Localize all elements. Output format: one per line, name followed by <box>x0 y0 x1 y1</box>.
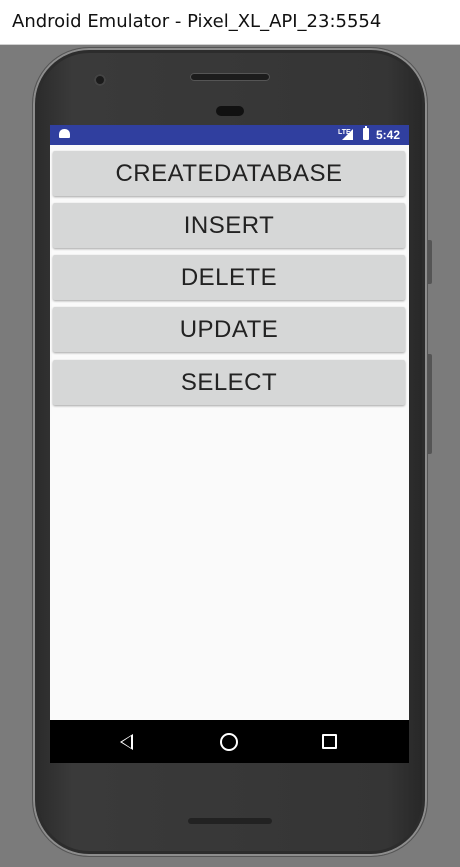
device-screen: LTE 5:42 CREATEDATABASE INSERT DELETE UP… <box>50 125 409 763</box>
front-camera-icon <box>94 74 106 86</box>
update-button[interactable]: UPDATE <box>53 307 405 352</box>
volume-button[interactable] <box>427 354 432 454</box>
delete-button[interactable]: DELETE <box>53 255 405 300</box>
bottom-speaker <box>188 818 272 824</box>
navigation-bar <box>50 720 409 763</box>
status-time: 5:42 <box>376 128 401 142</box>
earpiece-speaker <box>190 73 270 81</box>
battery-icon <box>363 126 369 140</box>
window-title: Android Emulator - Pixel_XL_API_23:5554 <box>12 11 382 32</box>
back-icon[interactable] <box>120 734 133 750</box>
status-bar: LTE 5:42 <box>50 125 409 145</box>
android-icon <box>59 129 70 138</box>
select-button[interactable]: SELECT <box>53 360 405 405</box>
home-icon[interactable] <box>220 733 238 751</box>
signal-icon <box>342 129 353 140</box>
insert-button[interactable]: INSERT <box>53 203 405 248</box>
window-titlebar[interactable]: Android Emulator - Pixel_XL_API_23:5554 <box>0 0 460 45</box>
create-database-button[interactable]: CREATEDATABASE <box>53 151 405 196</box>
power-button[interactable] <box>427 240 432 284</box>
proximity-sensor <box>216 106 244 116</box>
recent-apps-icon[interactable] <box>322 734 337 749</box>
